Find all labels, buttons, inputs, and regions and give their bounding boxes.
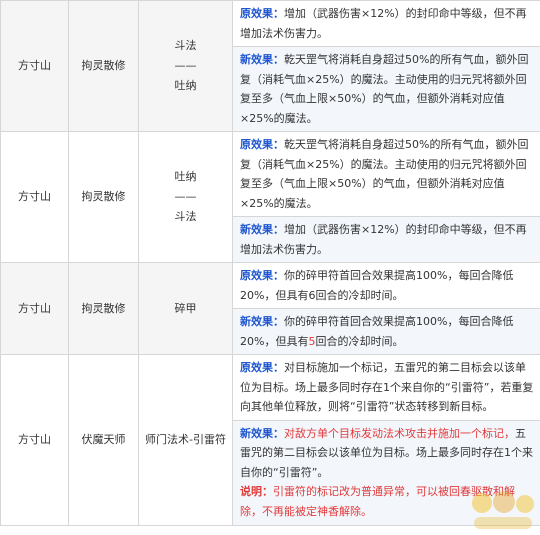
change-bottom: 斗法 xyxy=(174,210,197,223)
skill-cell: 伏魔天师 xyxy=(68,354,139,526)
note-label: 说明： xyxy=(240,485,273,498)
old-effect-cell: 原效果：增加（武器伤害×12%）的封印命中等级，但不再增加法术伤害力。 xyxy=(232,0,540,47)
new-effect-cell: 新效果：你的碎甲符首回合效果提高100%，每回合降低20%，但具有5回合的冷却时… xyxy=(232,308,540,355)
new-effect-text-b: 回合的冷却时间。 xyxy=(315,334,404,348)
old-effect-label: 原效果： xyxy=(240,138,284,151)
change-cell: 碎甲 xyxy=(138,262,233,355)
new-effect-cell: 新效果：乾天罡气将消耗自身超过50%的所有气血，额外回复（消耗气血×25%）的魔… xyxy=(232,46,540,132)
changes-table: 方寸山 拘灵散修 斗法 —— 吐纳 原效果：增加（武器伤害×12%）的封印命中等… xyxy=(0,0,540,526)
change-cell: 师门法术-引雷符 xyxy=(138,354,233,526)
skill-cell: 拘灵散修 xyxy=(68,262,139,355)
change-cell: 斗法 —— 吐纳 xyxy=(138,0,233,132)
old-effect-cell: 原效果：你的碎甲符首回合效果提高100%，每回合降低20%，但具有6回合的冷却时… xyxy=(232,262,540,309)
old-effect-label: 原效果： xyxy=(240,7,284,20)
old-effect-text: 乾天罡气将消耗自身超过50%的所有气血，额外回复（消耗气血×25%）的魔法。主动… xyxy=(240,138,529,210)
sect-cell: 方寸山 xyxy=(0,0,69,132)
skill-cell: 拘灵散修 xyxy=(68,131,139,263)
new-effect-label: 新效果： xyxy=(240,223,284,236)
new-effect-highlight: 对敌方单个目标发动法术攻击并施加一个标记， xyxy=(284,426,515,440)
new-effect-label: 新效果： xyxy=(240,315,284,328)
change-cell: 吐纳 —— 斗法 xyxy=(138,131,233,263)
old-effect-text: 对目标施加一个标记，五雷咒的第二目标会以该单位为目标。场上最多同时存在1个来自你… xyxy=(240,361,534,413)
table-row: 方寸山 拘灵散修 碎甲 原效果：你的碎甲符首回合效果提高100%，每回合降低20… xyxy=(0,262,540,355)
old-effect-label: 原效果： xyxy=(240,361,284,374)
sect-cell: 方寸山 xyxy=(0,131,69,263)
change-separator: —— xyxy=(174,190,197,203)
site-logo-watermark xyxy=(472,491,534,529)
change-top: 吐纳 xyxy=(174,170,197,183)
new-effect-label: 新效果： xyxy=(240,53,284,66)
old-effect-label: 原效果： xyxy=(240,269,284,282)
sect-cell: 方寸山 xyxy=(0,354,69,526)
new-effect-label: 新效果： xyxy=(240,426,284,440)
change-separator: —— xyxy=(174,59,197,72)
table-row: 方寸山 拘灵散修 吐纳 —— 斗法 原效果：乾天罡气将消耗自身超过50%的所有气… xyxy=(0,131,540,263)
change-bottom: 吐纳 xyxy=(174,79,197,92)
sect-cell: 方寸山 xyxy=(0,262,69,355)
table-row: 方寸山 伏魔天师 师门法术-引雷符 原效果：对目标施加一个标记，五雷咒的第二目标… xyxy=(0,354,540,526)
table-row: 方寸山 拘灵散修 斗法 —— 吐纳 原效果：增加（武器伤害×12%）的封印命中等… xyxy=(0,0,540,132)
old-effect-cell: 原效果：乾天罡气将消耗自身超过50%的所有气血，额外回复（消耗气血×25%）的魔… xyxy=(232,131,540,217)
change-top: 斗法 xyxy=(174,39,197,52)
skill-cell: 拘灵散修 xyxy=(68,0,139,132)
old-effect-cell: 原效果：对目标施加一个标记，五雷咒的第二目标会以该单位为目标。场上最多同时存在1… xyxy=(232,354,540,421)
new-effect-cell: 新效果：增加（武器伤害×12%）的封印命中等级，但不再增加法术伤害力。 xyxy=(232,216,540,263)
new-effect-text: 乾天罡气将消耗自身超过50%的所有气血，额外回复（消耗气血×25%）的魔法。主动… xyxy=(240,53,529,125)
